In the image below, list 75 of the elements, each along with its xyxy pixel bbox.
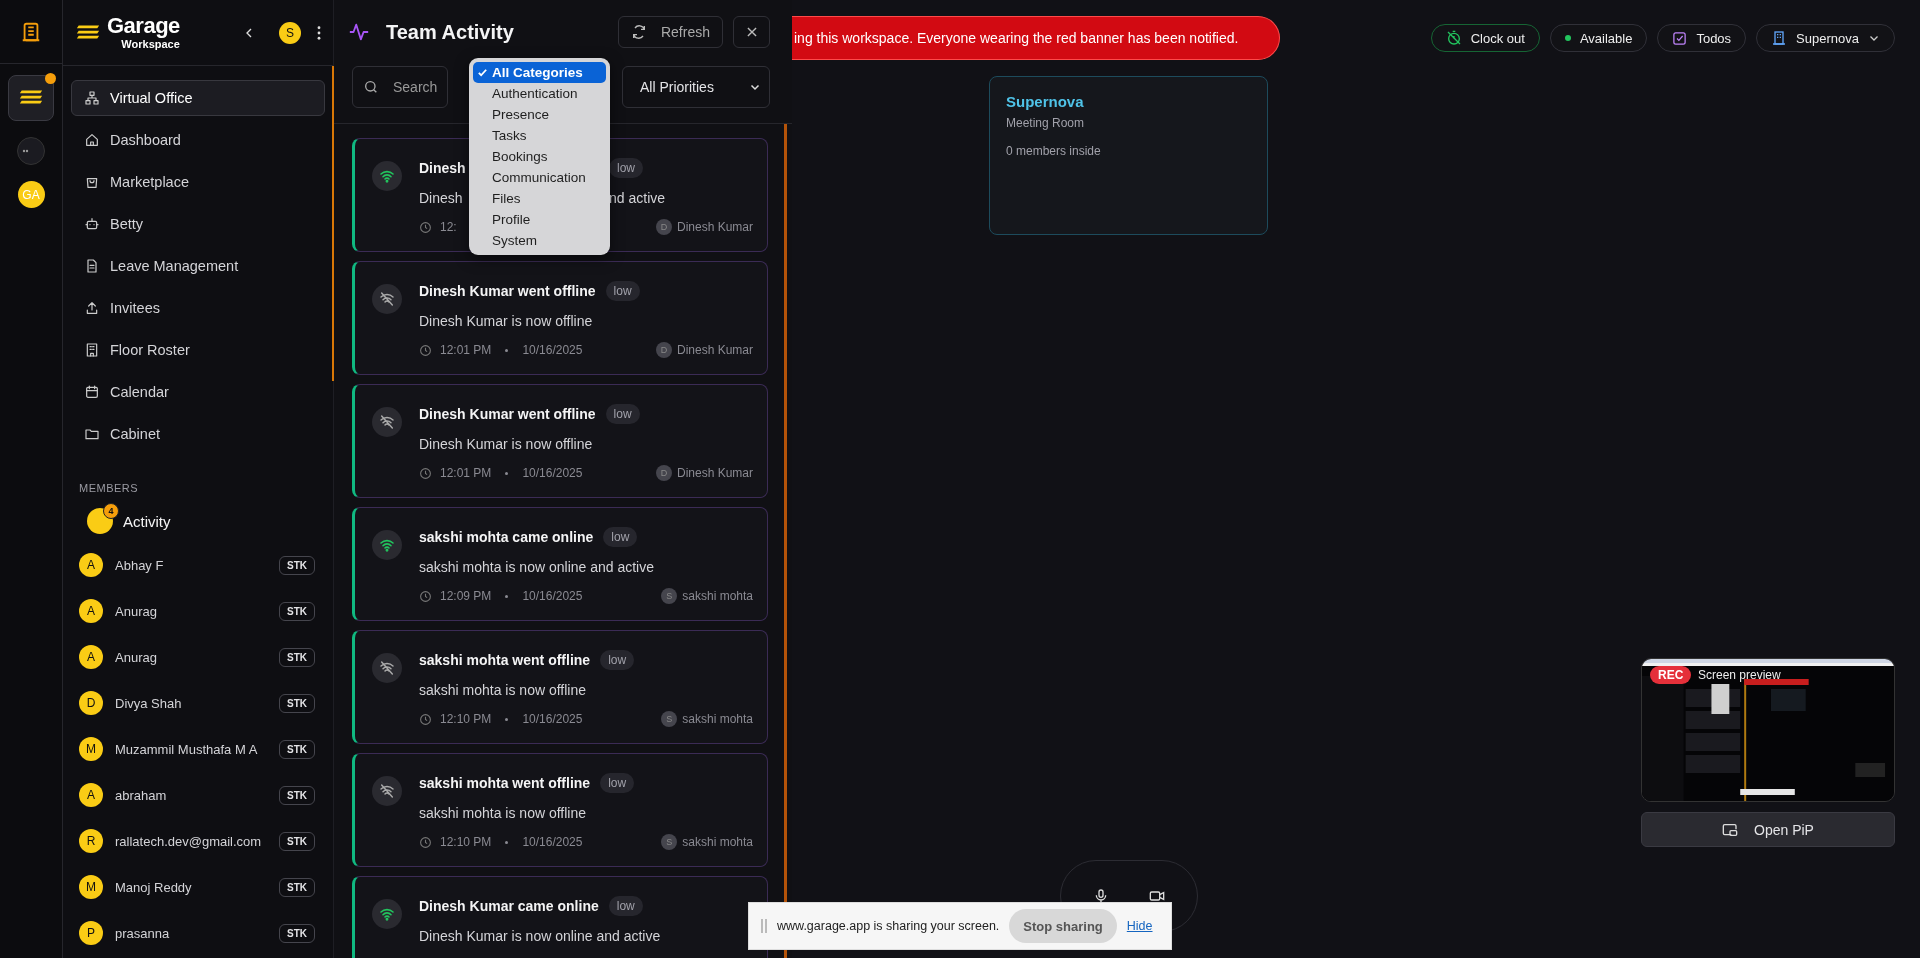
event-time: 12:10 PM bbox=[440, 712, 492, 726]
section-heading: MEMBERS bbox=[79, 482, 140, 494]
event-date: 10/16/2025 bbox=[522, 466, 583, 480]
member-avatar: M bbox=[79, 737, 103, 761]
member-avatar: P bbox=[79, 921, 103, 945]
member-avatar: D bbox=[79, 691, 103, 715]
count-badge: 4 bbox=[103, 503, 119, 519]
event-title: sakshi mohta went offline bbox=[419, 652, 591, 668]
priority-badge: low bbox=[605, 281, 640, 301]
member-tag: STK bbox=[279, 739, 315, 759]
event-author: Dinesh Kumar bbox=[676, 466, 753, 480]
member-avatar: A bbox=[79, 553, 103, 577]
author-avatar: D bbox=[655, 219, 672, 235]
priority-badge: low bbox=[605, 404, 640, 424]
member-tag: STK bbox=[279, 693, 315, 713]
priority-badge: low bbox=[608, 896, 643, 916]
preview-label: Screen preview bbox=[1698, 668, 1781, 682]
member-tag: STK bbox=[279, 877, 315, 897]
event-message: sakshi mohta is now online and active bbox=[419, 559, 655, 575]
event-date: 10/16/2025 bbox=[522, 589, 583, 603]
event-time: 12:09 PM bbox=[440, 589, 492, 603]
event-title: Dinesh Kumar went offline bbox=[419, 283, 596, 299]
event-message: Dinesh bbox=[419, 190, 463, 206]
alert-banner: ing this workspace. Everyone wearing the red banner has been notified. bbox=[792, 16, 1280, 60]
event-message: nd active bbox=[609, 190, 666, 206]
event-time: 12: bbox=[440, 220, 457, 234]
event-message: Dinesh Kumar is now online and active bbox=[419, 928, 661, 944]
priority-badge: low bbox=[600, 773, 635, 793]
member-avatar: A bbox=[79, 599, 103, 623]
priority-badge: low bbox=[609, 158, 643, 178]
room-name: Supernova bbox=[1006, 93, 1085, 110]
priority-badge: low bbox=[600, 650, 635, 670]
event-title: Dinesh Kumar came online bbox=[419, 898, 599, 914]
author-avatar: D bbox=[655, 342, 672, 358]
event-time: 12:10 PM bbox=[440, 835, 492, 849]
author-avatar: S bbox=[661, 588, 678, 604]
member-tag: STK bbox=[279, 923, 315, 943]
event-message: sakshi mohta is now offline bbox=[419, 805, 587, 821]
event-message: sakshi mohta is now offline bbox=[419, 682, 587, 698]
event-author: Dinesh Kumar bbox=[676, 220, 753, 234]
event-date: 10/16/2025 bbox=[522, 712, 583, 726]
event-author: sakshi mohta bbox=[682, 712, 753, 726]
event-time: 12:01 PM bbox=[440, 343, 492, 357]
member-tag: STK bbox=[279, 785, 315, 805]
member-tag: STK bbox=[279, 555, 315, 575]
brand-name: Garage bbox=[107, 15, 180, 37]
member-tag: STK bbox=[279, 647, 315, 667]
member-avatar: R bbox=[79, 829, 103, 853]
event-date: 10/16/2025 bbox=[522, 835, 583, 849]
author-avatar: S bbox=[661, 834, 678, 850]
room-type: Meeting Room bbox=[1006, 116, 1086, 130]
author-avatar: D bbox=[655, 465, 672, 481]
event-message: Dinesh Kumar is now offline bbox=[419, 436, 593, 452]
panel-title: Team Activity bbox=[386, 20, 514, 44]
event-message: Dinesh Kumar is now offline bbox=[419, 313, 593, 329]
event-author: sakshi mohta bbox=[682, 589, 753, 603]
share-message: www.garage.app is sharing your screen. bbox=[777, 919, 1000, 933]
event-author: Dinesh Kumar bbox=[676, 343, 753, 357]
event-time: 12:01 PM bbox=[440, 466, 492, 480]
event-title: sakshi mohta went offline bbox=[419, 775, 591, 791]
member-avatar: A bbox=[79, 645, 103, 669]
author-avatar: S bbox=[661, 711, 678, 727]
event-author: sakshi mohta bbox=[682, 835, 753, 849]
member-avatar: A bbox=[79, 783, 103, 807]
event-title: Dinesh Kumar went offline bbox=[419, 406, 596, 422]
brand-subtitle: Workspace bbox=[121, 39, 180, 50]
recording-badge: REC bbox=[1650, 666, 1692, 684]
event-title: Dinesh bbox=[419, 160, 466, 176]
room-occupancy: 0 members inside bbox=[1006, 144, 1102, 158]
event-date: 10/16/2025 bbox=[522, 343, 583, 357]
member-avatar: M bbox=[79, 875, 103, 899]
member-tag: STK bbox=[279, 601, 315, 621]
priority-badge: low bbox=[603, 527, 638, 547]
event-title: sakshi mohta came online bbox=[419, 529, 594, 545]
member-tag: STK bbox=[279, 831, 315, 851]
